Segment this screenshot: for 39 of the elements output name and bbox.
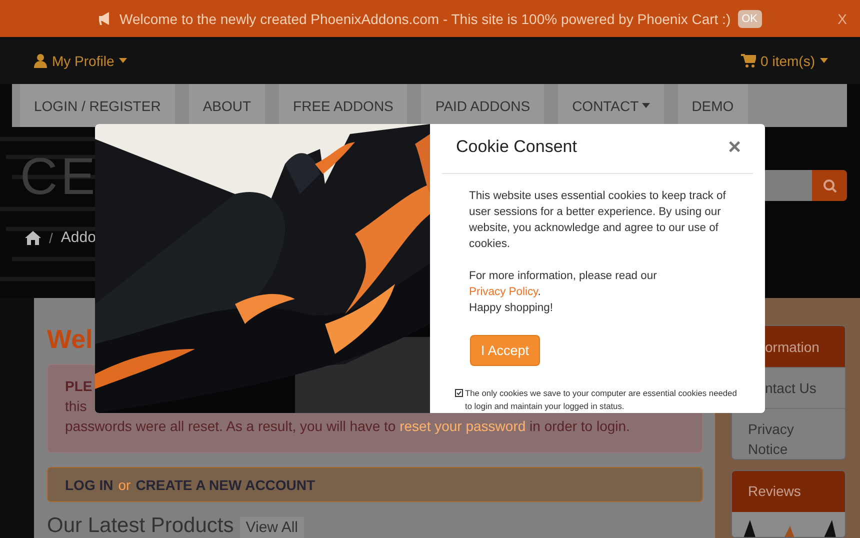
close-button[interactable]: × xyxy=(728,134,741,160)
alert-heading: PLE xyxy=(65,377,92,396)
caret-icon xyxy=(820,58,828,63)
breadcrumb-link[interactable]: Addo xyxy=(60,229,96,246)
menu-tab[interactable]: CONTACT xyxy=(558,84,664,127)
view-all-button[interactable]: View All xyxy=(240,517,304,538)
reset-password-link[interactable]: reset your password xyxy=(400,418,526,434)
sidebar-heading: Reviews xyxy=(732,470,845,512)
or-text: or xyxy=(118,476,131,493)
closing-text: Happy shopping! xyxy=(468,301,554,316)
caret-icon xyxy=(119,58,128,63)
cookie-text: This website uses essential cookies to keep track of user sessions for a better experience. By using our website, you acknowledge and agree to our use of cookies. xyxy=(468,189,727,252)
accept-button[interactable]: I Accept xyxy=(470,335,540,366)
breadcrumb-separator: / xyxy=(49,230,53,246)
privacy-policy-link[interactable]: Privacy Policy xyxy=(469,286,538,298)
create-account-link[interactable]: CREATE A NEW ACCOUNT xyxy=(136,476,316,493)
section-heading: Our Latest Products xyxy=(47,514,234,538)
search-icon xyxy=(822,178,836,192)
checkbox-icon xyxy=(455,389,463,397)
profile-menu[interactable]: My Profile xyxy=(34,52,128,68)
menu-tab[interactable]: PAID ADDONS xyxy=(421,84,544,127)
menu-tab[interactable]: ABOUT xyxy=(188,84,266,127)
home-icon[interactable] xyxy=(25,230,41,244)
cart-icon xyxy=(740,54,756,68)
alert-text: this xyxy=(65,397,87,416)
search-field[interactable] xyxy=(765,170,812,201)
alert-text: passwords were all reset. As a result, you will have to reset your password in order to login. xyxy=(65,417,631,436)
search-button[interactable] xyxy=(812,170,847,201)
privacy-text: For more information, please read our Privacy Policy. xyxy=(468,269,658,300)
menu-tab[interactable]: LOGIN / REGISTER xyxy=(20,84,175,127)
login-link[interactable]: LOG IN xyxy=(65,476,114,493)
close-button[interactable]: X xyxy=(838,11,847,27)
announcement-text: Welcome to the newly created PhoenixAddons.com - This site is 100% powered by Phoenix Cart :) xyxy=(119,10,731,26)
menu-tab[interactable]: DEMO xyxy=(678,84,748,127)
user-icon xyxy=(34,54,47,68)
dialog-title: Cookie Consent xyxy=(456,136,577,156)
cart-menu[interactable]: 0 item(s) xyxy=(740,52,828,68)
page-heading: Wel xyxy=(47,324,93,355)
menu-tab[interactable]: FREE ADDONS xyxy=(279,84,408,127)
